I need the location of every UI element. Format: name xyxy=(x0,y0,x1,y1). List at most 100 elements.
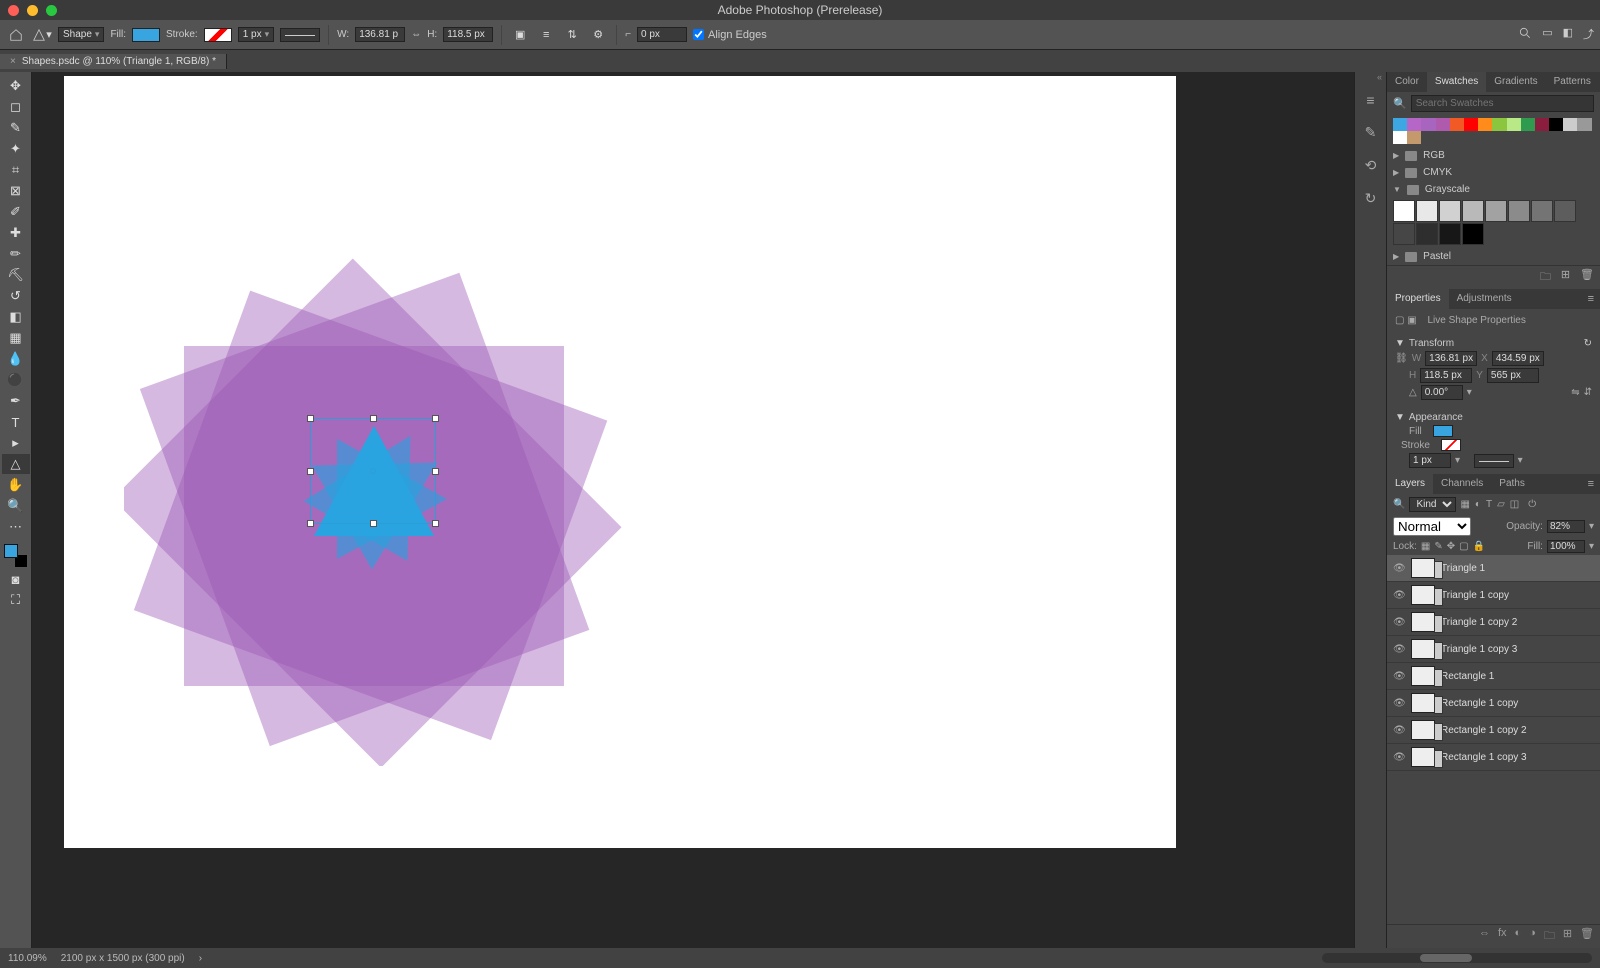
canvas-area[interactable] xyxy=(32,72,1354,948)
move-tool-icon[interactable]: ✥ xyxy=(2,76,30,96)
fill-chip[interactable] xyxy=(1433,425,1453,437)
filter-smart-icon[interactable]: ◫ xyxy=(1510,499,1519,510)
handle-ne[interactable] xyxy=(432,415,439,422)
swatch[interactable] xyxy=(1407,118,1421,131)
view-icon[interactable]: ▭ xyxy=(1542,26,1552,43)
new-swatch-icon[interactable]: ⊞ xyxy=(1561,268,1570,287)
quickmask-icon[interactable]: ◙ xyxy=(2,569,30,589)
marquee-tool-icon[interactable]: ◻ xyxy=(2,97,30,117)
swatch[interactable] xyxy=(1450,118,1464,131)
swatch[interactable] xyxy=(1507,118,1521,131)
align-icon[interactable]: ≡ xyxy=(536,25,556,45)
group-icon[interactable]: 🗀 xyxy=(1544,927,1555,946)
lasso-tool-icon[interactable]: ✎ xyxy=(2,118,30,138)
prop-w-input[interactable] xyxy=(1425,351,1477,366)
width-input[interactable] xyxy=(355,27,405,42)
visibility-icon[interactable]: 👁 xyxy=(1393,698,1405,709)
dock-icon-2[interactable]: ✎ xyxy=(1365,124,1377,141)
lock-trans-icon[interactable]: ▦ xyxy=(1421,541,1430,552)
radius-input[interactable] xyxy=(637,27,687,42)
layer-item[interactable]: 👁Triangle 1 xyxy=(1387,555,1600,582)
handle-nw[interactable] xyxy=(307,415,314,422)
tab-layers[interactable]: Layers xyxy=(1387,474,1433,494)
visibility-icon[interactable]: 👁 xyxy=(1393,590,1405,601)
dodge-tool-icon[interactable]: ⚫ xyxy=(2,370,30,390)
zoom-level[interactable]: 110.09% xyxy=(8,953,47,964)
tab-gradients[interactable]: Gradients xyxy=(1486,72,1545,92)
folder-new-icon[interactable]: 🗀 xyxy=(1540,268,1551,287)
stroke-chip[interactable] xyxy=(1441,439,1461,451)
horizontal-scrollbar[interactable] xyxy=(1322,953,1592,963)
stroke-style-chip[interactable] xyxy=(1474,454,1514,468)
stamp-tool-icon[interactable]: ⛏ xyxy=(2,265,30,285)
hand-tool-icon[interactable]: ✋ xyxy=(2,475,30,495)
layer-thumbnail[interactable] xyxy=(1411,720,1435,740)
prop-angle-input[interactable] xyxy=(1421,385,1463,400)
filter-pixel-icon[interactable]: ▦ xyxy=(1460,499,1469,510)
fill-opacity-input[interactable] xyxy=(1547,540,1585,553)
tool-preset-icon[interactable]: ▾ xyxy=(32,25,52,45)
chevron-right-icon[interactable]: › xyxy=(199,953,202,964)
swatch-group-pastel[interactable]: ▶Pastel xyxy=(1387,248,1600,265)
opacity-input[interactable] xyxy=(1547,520,1585,533)
stroke-style-select[interactable] xyxy=(280,28,320,42)
filter-type-icon[interactable]: T xyxy=(1486,499,1492,510)
layer-item[interactable]: 👁Rectangle 1 xyxy=(1387,663,1600,690)
visibility-icon[interactable]: 👁 xyxy=(1393,563,1405,574)
tab-paths[interactable]: Paths xyxy=(1491,474,1533,494)
visibility-icon[interactable]: 👁 xyxy=(1393,725,1405,736)
swatch[interactable] xyxy=(1478,118,1492,131)
gear-icon[interactable]: ⚙ xyxy=(588,25,608,45)
swatch[interactable] xyxy=(1492,118,1506,131)
visibility-icon[interactable]: 👁 xyxy=(1393,752,1405,763)
filter-shape-icon[interactable]: ▱ xyxy=(1497,499,1505,510)
layer-item[interactable]: 👁Rectangle 1 copy 3 xyxy=(1387,744,1600,771)
swatch-group-cmyk[interactable]: ▶CMYK xyxy=(1387,164,1600,181)
close-tab-icon[interactable]: × xyxy=(10,56,16,67)
visibility-icon[interactable]: 👁 xyxy=(1393,671,1405,682)
fg-color-swatch[interactable] xyxy=(4,544,18,558)
layer-thumbnail[interactable] xyxy=(1411,693,1435,713)
lock-nest-icon[interactable]: ▢ xyxy=(1459,541,1468,552)
swatch[interactable] xyxy=(1485,200,1507,222)
filter-adj-icon[interactable]: ◐ xyxy=(1475,499,1481,510)
swatch[interactable] xyxy=(1393,223,1415,245)
swatch[interactable] xyxy=(1462,200,1484,222)
eyedropper-tool-icon[interactable]: ✐ xyxy=(2,202,30,222)
panel-menu-icon[interactable]: ≡ xyxy=(1582,289,1600,309)
selection-box[interactable] xyxy=(310,418,436,524)
swatch[interactable] xyxy=(1416,223,1438,245)
handle-n[interactable] xyxy=(370,415,377,422)
type-tool-icon[interactable]: T xyxy=(2,412,30,432)
home-icon[interactable] xyxy=(6,25,26,45)
transform-center[interactable] xyxy=(370,468,376,474)
zoom-tool-icon[interactable]: 🔍 xyxy=(2,496,30,516)
document-tab[interactable]: × Shapes.psdc @ 110% (Triangle 1, RGB/8)… xyxy=(0,54,227,69)
screenmode-icon[interactable]: ⛶ xyxy=(2,590,30,610)
prop-y-input[interactable] xyxy=(1487,368,1539,383)
doc-info[interactable]: 2100 px x 1500 px (300 ppi) xyxy=(61,953,185,964)
visibility-icon[interactable]: 👁 xyxy=(1393,617,1405,628)
link-wh-icon[interactable]: ⛓ xyxy=(1395,353,1408,364)
workspace-icon[interactable]: ◧ xyxy=(1563,26,1573,43)
swatch[interactable] xyxy=(1439,223,1461,245)
flip-v-icon[interactable]: ⇵ xyxy=(1584,387,1592,398)
swatch[interactable] xyxy=(1531,200,1553,222)
swatch[interactable] xyxy=(1421,118,1435,131)
swatch[interactable] xyxy=(1393,118,1407,131)
reset-icon[interactable]: ↻ xyxy=(1584,338,1592,349)
stroke-width-select[interactable]: 1 px xyxy=(238,27,274,42)
tab-channels[interactable]: Channels xyxy=(1433,474,1491,494)
swatch[interactable] xyxy=(1436,118,1450,131)
more-tools-icon[interactable]: ⋯ xyxy=(2,517,30,537)
gradient-tool-icon[interactable]: ▦ xyxy=(2,328,30,348)
swatch[interactable] xyxy=(1407,131,1421,144)
layer-thumbnail[interactable] xyxy=(1411,558,1435,578)
swatch[interactable] xyxy=(1563,118,1577,131)
lock-paint-icon[interactable]: ✎ xyxy=(1434,541,1442,552)
align-edges-checkbox[interactable]: Align Edges xyxy=(693,29,767,41)
tab-adjustments[interactable]: Adjustments xyxy=(1449,289,1520,309)
shape-mode-select[interactable]: Shape xyxy=(58,27,104,42)
dock-icon-4[interactable]: ↻ xyxy=(1365,190,1377,207)
filter-toggle-icon[interactable]: ⏻ xyxy=(1528,499,1536,510)
